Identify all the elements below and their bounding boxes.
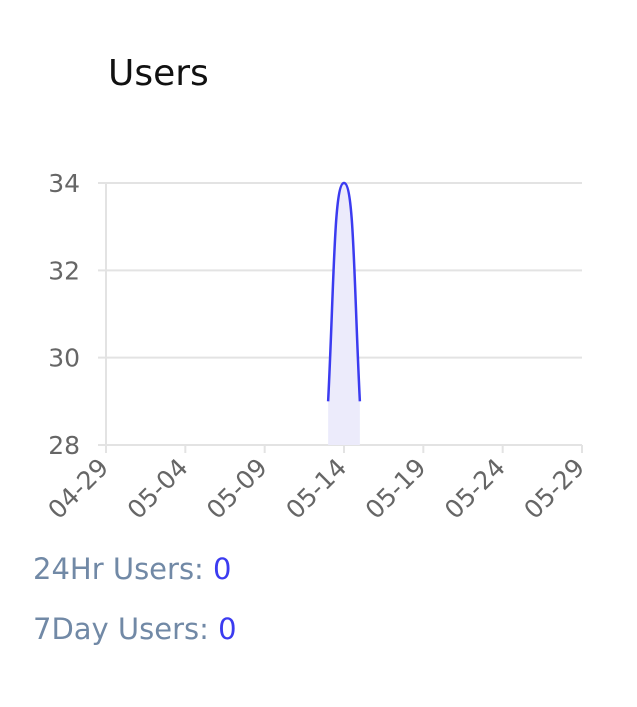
- x-tick-label: 04-29: [42, 453, 114, 525]
- area-layer: [326, 181, 362, 445]
- y-tick-label: 30: [48, 344, 80, 373]
- y-tick-label: 28: [48, 431, 80, 460]
- x-tick-label: 05-24: [439, 453, 511, 525]
- x-tick-label: 05-19: [360, 453, 432, 525]
- x-tick-label: 05-09: [201, 453, 273, 525]
- stat-7day-label: 7Day Users:: [33, 612, 209, 646]
- stat-24hr-label: 24Hr Users:: [33, 552, 204, 586]
- users-card: Users 28 30 32 34 04-29 05-04 05-09 05-14 05-19…: [0, 0, 637, 707]
- stat-24hr: 24Hr Users: 0: [33, 551, 232, 587]
- x-tick-label: 05-04: [122, 453, 194, 525]
- stat-7day-value: 0: [218, 612, 237, 646]
- users-chart: 28 30 32 34 04-29 05-04 05-09 05-14 05-19 05-24 0…: [42, 169, 590, 525]
- x-tick-label: 05-14: [280, 453, 352, 525]
- y-tick-label: 32: [48, 256, 80, 285]
- stat-7day: 7Day Users: 0: [33, 611, 237, 647]
- y-axis: 28 30 32 34: [48, 169, 80, 460]
- y-tick-label: 34: [48, 169, 80, 198]
- stat-24hr-value: 0: [213, 552, 232, 586]
- x-axis: 04-29 05-04 05-09 05-14 05-19 05-24 05-29: [42, 453, 590, 525]
- x-tick-label: 05-29: [518, 453, 590, 525]
